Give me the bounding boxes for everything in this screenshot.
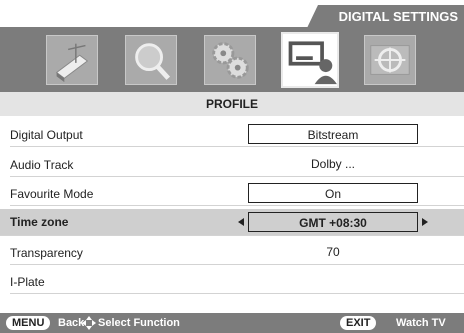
row-value[interactable]: 70 [248,242,418,262]
watch-tv-label: Watch TV [396,317,446,329]
top-bar: DIGITAL SETTINGS [0,0,464,29]
row-time-zone[interactable]: Time zone GMT +08:30 [0,209,464,236]
section-title: DIGITAL SETTINGS [307,5,464,28]
row-label: Audio Track [10,158,74,172]
row-value [248,271,418,291]
category-icon-bar [0,29,464,92]
row-digital-output[interactable]: Digital Output Bitstream [10,122,464,147]
left-arrow-icon[interactable] [238,218,244,226]
row-value[interactable]: GMT +08:30 [248,212,418,232]
row-label: Transparency [10,246,83,260]
row-label: Favourite Mode [10,187,94,201]
right-arrow-icon[interactable] [422,218,428,226]
footer-bar: MENU Back Select Function EXIT Watch TV [0,313,464,333]
select-function-label: Select Function [98,317,180,329]
page-title: PROFILE [0,92,464,116]
exit-key-button[interactable]: EXIT [340,316,377,330]
test-pattern-icon[interactable] [364,35,416,85]
row-value[interactable]: Dolby ... [248,154,418,174]
row-label: I-Plate [10,275,45,289]
channel-flag-icon[interactable] [46,35,98,85]
search-icon[interactable] [125,35,177,85]
row-label: Time zone [10,215,69,229]
row-label: Digital Output [10,128,83,142]
row-favourite-mode[interactable]: Favourite Mode On [10,181,464,206]
back-label: Back [58,317,85,329]
dpad-icon [82,316,96,330]
row-transparency[interactable]: Transparency 70 [10,240,464,265]
row-value[interactable]: Bitstream [248,124,418,144]
gears-icon[interactable] [204,35,256,85]
profile-user-icon[interactable] [281,32,339,88]
menu-key-button[interactable]: MENU [6,316,51,330]
row-audio-track[interactable]: Audio Track Dolby ... [10,152,464,177]
row-value[interactable]: On [248,183,418,203]
row-i-plate[interactable]: I-Plate [10,269,464,294]
